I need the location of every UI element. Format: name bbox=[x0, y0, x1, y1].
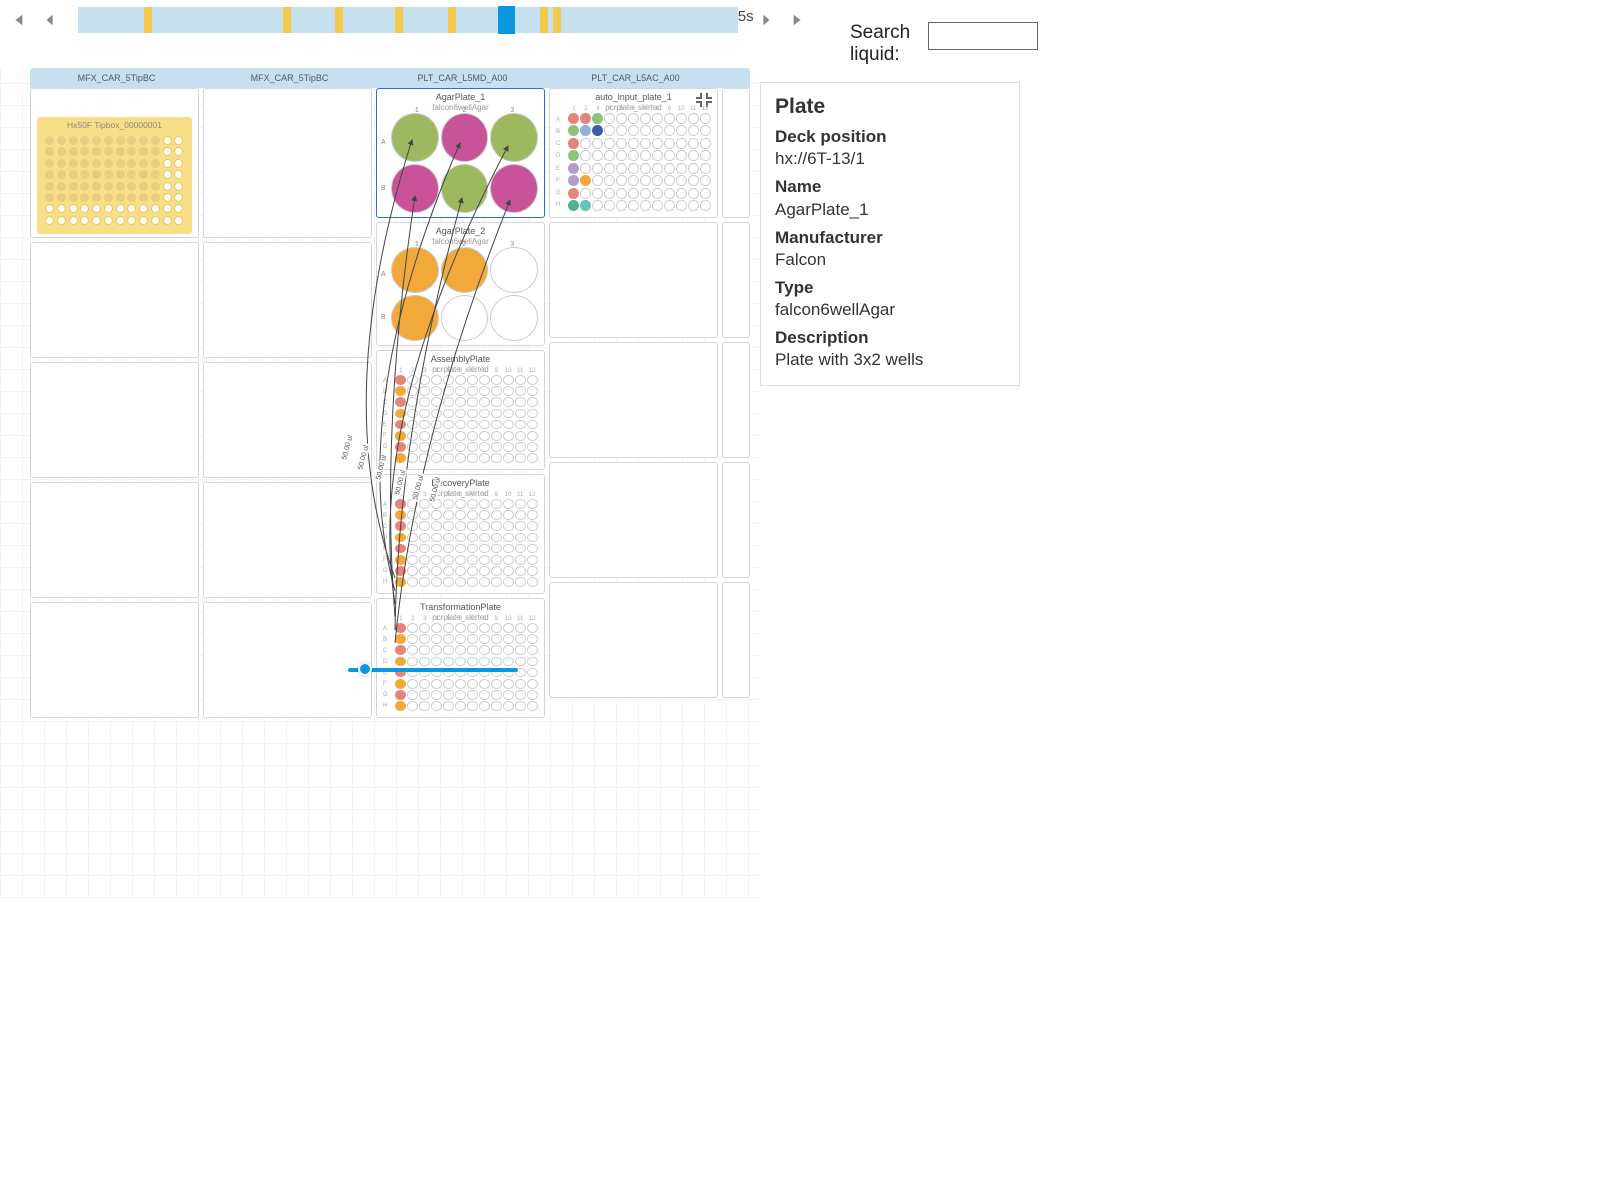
inspector-key: Name bbox=[775, 176, 1005, 198]
empty-slot[interactable] bbox=[722, 582, 750, 698]
carrier-headers: MFX_CAR_5TipBCMFX_CAR_5TipBCPLT_CAR_L5MD… bbox=[30, 68, 750, 88]
assembly-plate[interactable]: AssemblyPlatepcrplate_skirted12345678910… bbox=[376, 350, 545, 470]
agarplate-2[interactable]: AgarPlate_2falcon6wellAgar123AB bbox=[376, 222, 545, 346]
timeline-prev-button[interactable] bbox=[40, 6, 60, 34]
deck-viewport[interactable]: MFX_CAR_5TipBCMFX_CAR_5TipBCPLT_CAR_L5MD… bbox=[0, 68, 760, 898]
timeline-last-button[interactable] bbox=[788, 6, 808, 34]
inspector-value: AgarPlate_1 bbox=[775, 199, 1005, 221]
empty-slot[interactable] bbox=[722, 462, 750, 578]
inspector-key: Deck position bbox=[775, 126, 1005, 148]
empty-slot[interactable] bbox=[30, 362, 199, 478]
empty-slot[interactable] bbox=[722, 342, 750, 458]
tipbox-label: Hx50F Tipbox_00000001 bbox=[37, 117, 192, 130]
inspector-title: Plate bbox=[775, 93, 1005, 120]
timeline-track[interactable] bbox=[78, 7, 738, 33]
empty-slot[interactable] bbox=[722, 88, 750, 218]
empty-slot[interactable] bbox=[30, 602, 199, 718]
transformation-plate[interactable]: TransformationPlatepcrplate_skirted12345… bbox=[376, 598, 545, 718]
tipbox-grid bbox=[37, 130, 192, 231]
inspector-key: Type bbox=[775, 277, 1005, 299]
inspector-key: Manufacturer bbox=[775, 227, 1005, 249]
tipbox-slot[interactable]: Hx50F Tipbox_00000001 bbox=[30, 88, 199, 238]
empty-slot[interactable] bbox=[549, 342, 718, 458]
empty-slot[interactable] bbox=[549, 462, 718, 578]
empty-slot[interactable] bbox=[203, 88, 372, 238]
empty-slot[interactable] bbox=[549, 582, 718, 698]
empty-slot[interactable] bbox=[203, 602, 372, 718]
input-plate[interactable]: auto_input_plate_1pcrplate_skirted123456… bbox=[549, 88, 718, 218]
search-liquid-input[interactable] bbox=[928, 22, 1038, 50]
zoom-slider[interactable] bbox=[348, 662, 518, 678]
empty-slot[interactable] bbox=[203, 482, 372, 598]
agarplate-1[interactable]: AgarPlate_1falcon6wellAgar123AB bbox=[376, 88, 545, 218]
timeline-next-button[interactable] bbox=[756, 6, 776, 34]
inspector-value: falcon6wellAgar bbox=[775, 299, 1005, 321]
empty-slot[interactable] bbox=[549, 222, 718, 338]
empty-slot[interactable] bbox=[30, 242, 199, 358]
empty-slot[interactable] bbox=[722, 222, 750, 338]
inspector-value: Plate with 3x2 wells bbox=[775, 349, 1005, 371]
empty-slot[interactable] bbox=[203, 242, 372, 358]
search-liquid-label: Search liquid: bbox=[850, 22, 920, 66]
empty-slot[interactable] bbox=[30, 482, 199, 598]
inspector-value: Falcon bbox=[775, 249, 1005, 271]
zoom-thumb[interactable] bbox=[358, 662, 372, 676]
inspector-key: Description bbox=[775, 327, 1005, 349]
timeline-first-button[interactable] bbox=[8, 6, 28, 34]
inspector-value: hx://6T-13/1 bbox=[775, 148, 1005, 170]
inspector-panel: Plate Deck positionhx://6T-13/1 NameAgarP… bbox=[760, 82, 1020, 386]
